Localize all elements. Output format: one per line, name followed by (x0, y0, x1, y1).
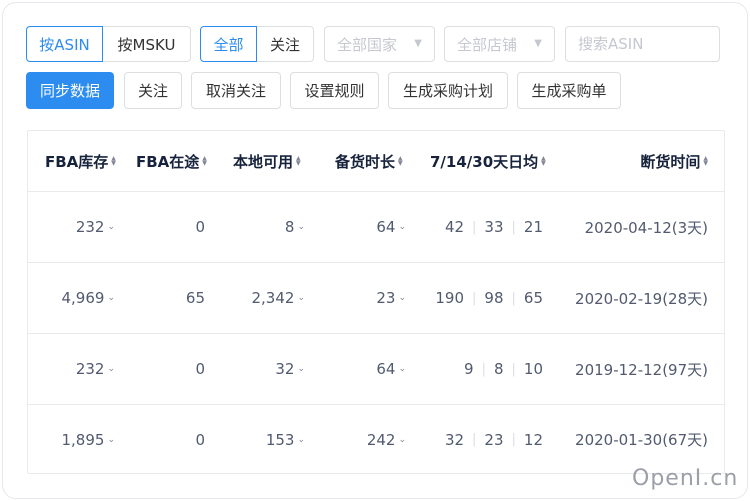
daily-average-cell: 9 | 8 | 10 (464, 360, 543, 378)
fba-stock-cell[interactable]: 4,969 ⌄ (62, 263, 116, 333)
out-of-stock-date-cell: 2020-01-30(67天) (575, 431, 708, 449)
follow-toggle: 全部 关注 (200, 26, 314, 62)
tab-by-asin[interactable]: 按ASIN (26, 26, 103, 62)
table-row: 232 ⌄ 0 8 ⌄ 64 ⌄ 42 | 33 | 21 2020-04-12(3天) (28, 192, 724, 263)
chevron-down-icon: ⌄ (297, 222, 305, 232)
out-of-stock-date-cell: 2019-12-12(97天) (575, 360, 708, 379)
mode-toggle: 按ASIN 按MSKU (26, 26, 191, 62)
divider: | (511, 432, 516, 447)
fba-transit-cell: 0 (195, 218, 205, 236)
fba-stock-cell[interactable]: 232 ⌄ (76, 334, 115, 404)
sort-icon: ▲ ▼ (202, 155, 207, 167)
fba-stock-cell[interactable]: 232 ⌄ (76, 192, 115, 262)
daily-average-cell: 42 | 33 | 21 (444, 218, 543, 236)
tab-by-msku[interactable]: 按MSKU (103, 26, 191, 62)
chevron-down-icon: ⌄ (107, 364, 115, 374)
inventory-table: FBA库存 ▲ ▼ FBA在途 ▲ ▼ 本地可用 ▲ ▼ 备货时长 ▲ ▼ 7/14/3… (27, 130, 725, 474)
table-header: FBA库存 ▲ ▼ FBA在途 ▲ ▼ 本地可用 ▲ ▼ 备货时长 ▲ ▼ 7/14/3… (28, 131, 724, 192)
table-row: 232 ⌄ 0 32 ⌄ 64 ⌄ 9 | 8 | 10 2019-12-12(97天) (28, 334, 724, 405)
create-purchase-order-button[interactable]: 生成采购单 (517, 72, 621, 109)
lead-time-cell[interactable]: 64 ⌄ (376, 192, 406, 262)
daily-average-cell: 32 | 23 | 12 (444, 430, 543, 449)
tab-followed[interactable]: 关注 (257, 26, 314, 62)
fba-transit-cell: 65 (185, 289, 205, 307)
chevron-down-icon: ⌄ (398, 364, 406, 374)
lead-time-cell[interactable]: 23 ⌄ (376, 263, 406, 333)
sort-icon: ▲ ▼ (541, 155, 546, 167)
header-fba-stock[interactable]: FBA库存 ▲ ▼ (45, 131, 116, 191)
unfollow-button[interactable]: 取消关注 (191, 72, 281, 109)
local-available-cell[interactable]: 32 ⌄ (275, 334, 305, 404)
header-lead-time[interactable]: 备货时长 ▲ ▼ (335, 131, 403, 191)
daily-average-cell: 190 | 98 | 65 (435, 289, 543, 307)
chevron-down-icon: ⌄ (107, 222, 115, 232)
chevron-down-icon: ⌄ (107, 434, 115, 445)
sync-data-button[interactable]: 同步数据 (26, 72, 114, 109)
local-available-cell[interactable]: 153 ⌄ (266, 405, 305, 474)
search-input[interactable] (565, 26, 720, 62)
tab-all[interactable]: 全部 (200, 26, 257, 62)
out-of-stock-date-cell: 2020-02-19(28天) (575, 289, 708, 308)
sort-icon: ▲ ▼ (398, 155, 403, 167)
fba-transit-cell: 0 (195, 360, 205, 378)
local-available-cell[interactable]: 8 ⌄ (285, 192, 305, 262)
sort-icon: ▲ ▼ (111, 155, 116, 167)
sort-icon: ▲ ▼ (296, 155, 301, 167)
header-out-of-stock-date[interactable]: 断货时间 ▲ ▼ (640, 131, 708, 191)
out-of-stock-date-cell: 2020-04-12(3天) (584, 218, 708, 237)
chevron-down-icon: ▼ (534, 38, 542, 49)
lead-time-cell[interactable]: 242 ⌄ (367, 405, 406, 474)
create-purchase-plan-button[interactable]: 生成采购计划 (388, 72, 508, 109)
fba-transit-cell: 0 (195, 430, 205, 449)
chevron-down-icon: ⌄ (398, 434, 406, 445)
shop-select-value: 全部店铺 (457, 35, 518, 54)
divider: | (481, 361, 486, 377)
set-rules-button[interactable]: 设置规则 (290, 72, 379, 109)
country-select-value: 全部国家 (337, 35, 398, 54)
chevron-down-icon: ⌄ (297, 364, 305, 374)
local-available-cell[interactable]: 2,342 ⌄ (252, 263, 306, 333)
divider: | (472, 432, 477, 447)
table-row: 1,895 ⌄ 0 153 ⌄ 242 ⌄ 32 | 23 | 12 2020-01-30(6… (28, 405, 724, 474)
divider: | (511, 290, 516, 306)
watermark: OpenI.cn (632, 466, 739, 491)
table-row: 4,969 ⌄ 65 2,342 ⌄ 23 ⌄ 190 | 98 | 65 2020-02-1… (28, 263, 724, 334)
header-daily-average[interactable]: 7/14/30天日均 ▲ ▼ (430, 131, 546, 191)
chevron-down-icon: ⌄ (107, 293, 115, 303)
divider: | (472, 219, 477, 235)
country-select[interactable]: 全部国家 ▼ (324, 26, 435, 62)
chevron-down-icon: ⌄ (398, 293, 406, 303)
divider: | (511, 361, 516, 377)
header-local-available[interactable]: 本地可用 ▲ ▼ (233, 131, 301, 191)
sort-icon: ▲ ▼ (703, 155, 708, 167)
shop-select[interactable]: 全部店铺 ▼ (444, 26, 555, 62)
divider: | (511, 219, 516, 235)
chevron-down-icon: ⌄ (297, 293, 305, 303)
divider: | (472, 290, 477, 306)
lead-time-cell[interactable]: 64 ⌄ (376, 334, 406, 404)
follow-button[interactable]: 关注 (124, 72, 182, 109)
chevron-down-icon: ▼ (414, 38, 422, 49)
chevron-down-icon: ⌄ (398, 222, 406, 232)
chevron-down-icon: ⌄ (297, 434, 305, 445)
fba-stock-cell[interactable]: 1,895 ⌄ (62, 405, 116, 474)
header-fba-transit[interactable]: FBA在途 ▲ ▼ (136, 131, 207, 191)
